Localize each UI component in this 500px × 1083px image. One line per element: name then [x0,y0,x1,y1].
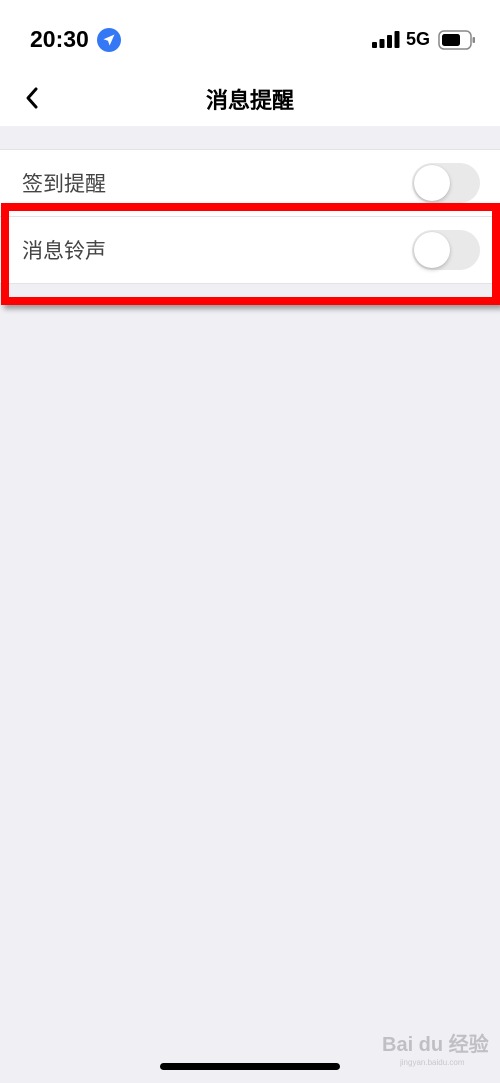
message-ringtone-toggle[interactable] [412,230,480,270]
watermark-subtext: jingyan.baidu.com [400,1058,465,1067]
setting-row-checkin-reminder: 签到提醒 [0,150,500,216]
checkin-reminder-toggle[interactable] [412,163,480,203]
signal-bars-icon [372,31,400,48]
settings-list: 签到提醒 消息铃声 [0,149,500,284]
setting-row-message-ringtone: 消息铃声 [0,216,500,283]
toggle-knob [414,232,450,268]
page-title: 消息提醒 [205,89,294,114]
toggle-knob [414,165,450,201]
home-indicator[interactable] [160,1063,340,1070]
status-bar: 20:30 5G [0,0,500,78]
battery-icon [438,30,475,50]
baidu-jingyan-watermark: Bai du 经验 jingyan.baidu.com [382,1024,494,1070]
watermark-text: Bai du 经验 [382,1034,489,1056]
location-arrow-icon [97,28,121,52]
network-type: 5G [406,29,431,49]
setting-label: 消息铃声 [22,239,106,263]
status-time: 20:30 [30,26,89,52]
navigation-bar: 消息提醒 [0,78,500,126]
setting-label: 签到提醒 [22,172,106,196]
top-area: 20:30 5G 消息提醒 [0,0,500,126]
